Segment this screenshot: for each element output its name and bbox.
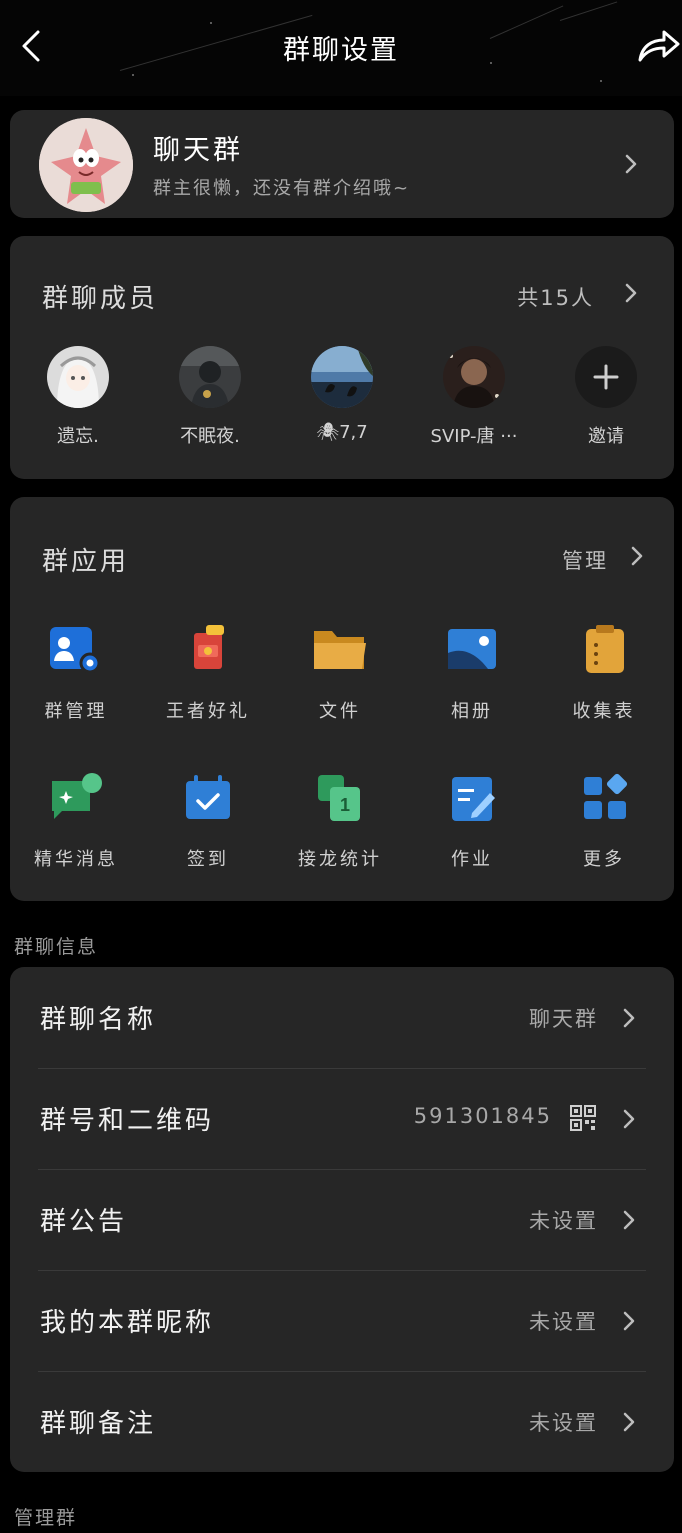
apps-manage-link[interactable]: 管理 [562,545,608,575]
app-essence-messages[interactable]: 精华消息 [10,771,142,871]
member-name: 不眠夜. [180,426,240,447]
info-section-label: 群聊信息 [14,936,99,958]
row-label: 群公告 [40,1207,128,1237]
app-label: 作业 [451,849,493,870]
app-label: 签到 [187,849,229,870]
member-name: 遗忘. [57,426,99,447]
app-label: 更多 [583,849,625,870]
member-item[interactable]: SVIP-唐 ··· [414,346,534,448]
page-title: 群聊设置 [283,35,399,66]
app-label: 接龙统计 [298,849,382,870]
checkin-calendar-icon [178,771,238,827]
group-apps-card: 群应用 管理 群管理 王者好礼 文件 相册 收集表 精华消息 签到 1 接龙统计… [10,497,674,901]
svg-text:1: 1 [340,795,350,815]
app-label: 王者好礼 [166,701,250,722]
group-profile-card[interactable]: 聊天群 群主很懒，还没有群介绍哦~ [10,110,674,218]
gift-icon [178,623,238,679]
app-gift[interactable]: 王者好礼 [142,623,274,723]
row-label: 群号和二维码 [40,1106,215,1136]
relay-count-icon: 1 [310,771,370,827]
patrick-star-avatar-icon [39,118,133,212]
members-card: 群聊成员 共15人 遗忘. 不眠夜. 🕷7,7 SVIP-唐 ··· 邀请 [10,236,674,479]
more-apps-icon [574,771,634,827]
app-label: 收集表 [572,701,636,722]
chevron-right-icon [623,1008,635,1028]
chevron-right-icon [623,1412,635,1432]
chevron-right-icon[interactable] [630,545,644,567]
member-item[interactable]: 遗忘. [18,346,138,448]
member-name: SVIP-唐 ··· [430,426,518,447]
row-value: 未设置 [529,1411,598,1435]
apps-section-title: 群应用 [42,547,130,577]
share-button[interactable] [636,24,682,66]
folder-icon [310,623,370,679]
group-name-row[interactable]: 群聊名称 聊天群 [10,967,674,1068]
app-label: 精华消息 [34,849,118,870]
background-star [210,22,212,24]
group-manage-icon [46,623,106,679]
qrcode-icon [570,1105,596,1131]
group-number: 591301845 [413,1104,552,1128]
app-checkin[interactable]: 签到 [142,771,274,871]
background-star [600,80,602,82]
group-description: 群主很懒，还没有群介绍哦~ [153,178,411,199]
top-bar: 群聊设置 [0,0,682,96]
member-item[interactable]: 🕷7,7 [282,346,402,443]
group-number-qrcode-row[interactable]: 群号和二维码 591301845 [10,1068,674,1169]
app-label: 群管理 [44,701,108,722]
row-label: 我的本群昵称 [40,1308,215,1338]
member-avatar [47,346,109,408]
members-count[interactable]: 共15人 [517,282,594,312]
anime-girl-avatar-icon [47,346,109,408]
background-streak [559,1,618,21]
group-info-card: 群聊名称 聊天群 群号和二维码 591301845 群公告 未设置 我的本群昵称… [10,967,674,1472]
member-avatar [179,346,241,408]
app-collect-form[interactable]: 收集表 [538,623,670,723]
members-section-title: 群聊成员 [42,284,159,314]
row-label: 群聊备注 [40,1409,157,1439]
app-homework[interactable]: 作业 [406,771,538,871]
chevron-right-icon [625,154,637,174]
chevron-right-icon[interactable] [624,282,638,304]
person-photo-avatar-icon [179,346,241,408]
group-name: 聊天群 [153,135,243,166]
app-album[interactable]: 相册 [406,623,538,723]
member-avatar [311,346,373,408]
app-label: 文件 [319,701,361,722]
chevron-right-icon [623,1311,635,1331]
row-value: 未设置 [529,1209,598,1233]
group-remark-row[interactable]: 群聊备注 未设置 [10,1371,674,1472]
album-icon [442,623,502,679]
dark-portrait-avatar-icon [443,346,505,408]
invite-member-button[interactable]: 邀请 [546,346,666,448]
plus-icon [593,364,619,390]
invite-label: 邀请 [588,426,624,447]
row-label: 群聊名称 [40,1005,157,1035]
app-more[interactable]: 更多 [538,771,670,871]
swan-lake-avatar-icon [311,346,373,408]
background-star [132,74,134,76]
share-icon [638,30,680,62]
member-name: 🕷7,7 [316,422,368,443]
group-announcement-row[interactable]: 群公告 未设置 [10,1169,674,1270]
essence-message-icon [46,771,106,827]
group-avatar [39,118,133,212]
my-group-nickname-row[interactable]: 我的本群昵称 未设置 [10,1270,674,1371]
clipboard-icon [574,623,634,679]
app-label: 相册 [451,701,493,722]
chevron-right-icon [623,1109,635,1129]
app-files[interactable]: 文件 [274,623,406,723]
member-item[interactable]: 不眠夜. [150,346,270,448]
invite-avatar-circle [575,346,637,408]
member-avatar [443,346,505,408]
homework-icon [442,771,502,827]
row-value: 未设置 [529,1310,598,1334]
app-relay-count[interactable]: 1 接龙统计 [274,771,406,871]
app-group-manage[interactable]: 群管理 [10,623,142,723]
manage-section-label: 管理群 [14,1507,78,1529]
chevron-right-icon [623,1210,635,1230]
row-value: 聊天群 [529,1007,598,1031]
